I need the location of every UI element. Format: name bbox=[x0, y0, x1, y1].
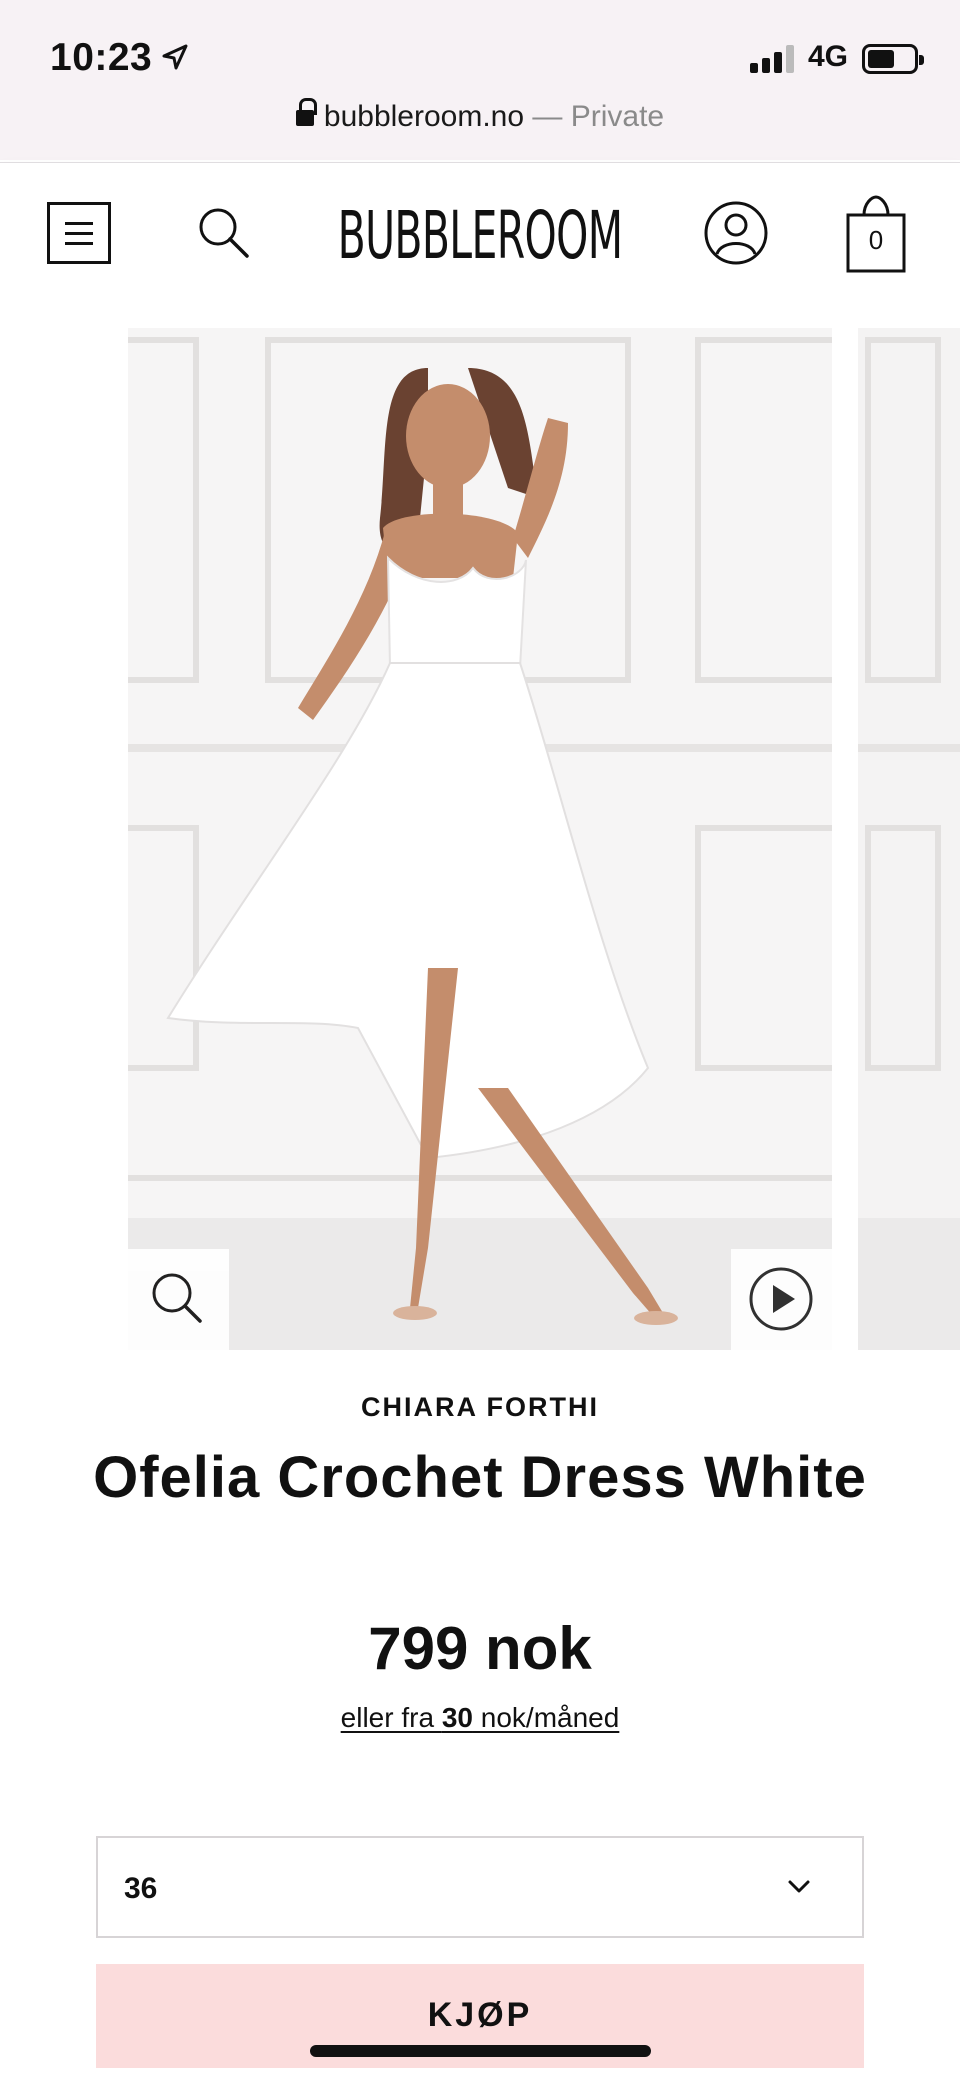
cart-count-badge: 0 bbox=[868, 225, 884, 255]
site-header: BUBBLEROOM 0 bbox=[0, 162, 960, 302]
play-icon bbox=[749, 1267, 813, 1331]
installment-info: eller fra 30 nok/måned bbox=[0, 1702, 960, 1734]
size-dropdown[interactable]: 36 bbox=[96, 1836, 864, 1938]
url-domain: bubbleroom.no bbox=[323, 100, 525, 133]
buy-button-label: KJØP bbox=[427, 1996, 533, 2034]
site-logo[interactable]: BUBBLEROOM bbox=[338, 197, 623, 274]
address-bar[interactable]: bubbleroom.no — Private bbox=[0, 98, 960, 134]
lock-icon bbox=[295, 98, 317, 128]
installment-prefix: eller fra bbox=[340, 1702, 442, 1733]
product-image-carousel[interactable] bbox=[0, 302, 960, 1350]
ios-status-bar: 10:23 4G bubbleroom.no — Private bbox=[0, 0, 960, 160]
private-mode-label: — Private bbox=[532, 100, 665, 133]
location-arrow-icon bbox=[162, 44, 188, 70]
home-indicator[interactable] bbox=[310, 2045, 651, 2057]
product-photo-illustration bbox=[128, 328, 832, 1350]
installment-suffix: nok/måned bbox=[472, 1702, 620, 1733]
product-title: Ofelia Crochet Dress White bbox=[93, 1445, 867, 1510]
product-brand[interactable]: CHIARA FORTHI bbox=[0, 1392, 960, 1423]
search-icon[interactable] bbox=[196, 205, 252, 261]
menu-button[interactable] bbox=[47, 202, 111, 264]
zoom-button[interactable] bbox=[128, 1249, 229, 1350]
status-time: 10:23 bbox=[50, 36, 153, 79]
search-icon bbox=[152, 1273, 202, 1323]
chevron-down-icon bbox=[788, 1880, 810, 1893]
product-photo[interactable] bbox=[128, 328, 832, 1350]
installment-amount: 30 bbox=[441, 1702, 473, 1733]
installment-link[interactable]: eller fra 30 nok/måned bbox=[341, 1702, 620, 1733]
user-icon[interactable] bbox=[703, 200, 769, 266]
next-photo-illustration bbox=[858, 328, 960, 1350]
network-type: 4G bbox=[808, 40, 849, 73]
cart-button[interactable]: 0 bbox=[846, 195, 906, 273]
battery-icon bbox=[862, 44, 924, 74]
product-price: 799 nok bbox=[368, 1615, 592, 1682]
video-button[interactable] bbox=[731, 1249, 832, 1350]
next-product-photo[interactable] bbox=[858, 328, 960, 1350]
signal-strength-icon bbox=[750, 45, 796, 73]
selected-size: 36 bbox=[124, 1872, 158, 1905]
